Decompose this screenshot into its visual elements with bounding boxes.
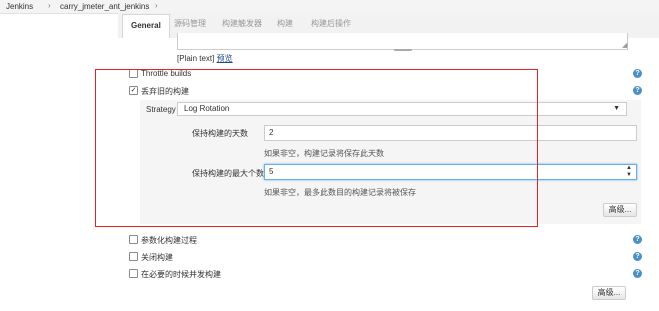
breadcrumb-job[interactable]: carry_jmeter_ant_jenkins [60,2,149,11]
concurrent-build-checkbox[interactable] [129,269,138,278]
breadcrumb-separator-icon: › [48,1,51,10]
highlight-box [95,69,538,227]
disable-build-label: 关闭构建 [141,253,173,262]
tab-general[interactable]: General [122,14,170,38]
parameterized-checkbox[interactable] [129,235,138,244]
breadcrumb-separator-icon: › [155,1,158,10]
help-icon[interactable]: ? [633,235,642,244]
textarea-resize-handle[interactable] [394,49,412,51]
tab-scm[interactable]: 源码管理 [174,18,206,32]
disable-build-checkbox[interactable] [129,252,138,261]
help-icon[interactable]: ? [633,86,642,95]
help-icon[interactable]: ? [633,269,642,278]
markup-format-text: [Plain text] 预览 [177,53,233,64]
dropdown-arrow-icon: ▼ [613,105,620,112]
help-icon[interactable]: ? [633,69,642,78]
description-textarea[interactable] [177,33,628,50]
preview-link[interactable]: 预览 [217,54,233,63]
help-icon[interactable]: ? [633,252,642,261]
tab-build[interactable]: 构建 [277,18,293,32]
discard-advanced-button[interactable]: 高级... [603,203,637,217]
plain-text-label: [Plain text] [177,54,215,63]
resize-corner-icon[interactable]: ◢ [622,41,627,49]
parameterized-label: 参数化构建过程 [141,236,197,245]
breadcrumb-jenkins[interactable]: Jenkins [6,2,33,11]
spinner-icon[interactable]: ▲ ▼ [626,165,632,179]
breadcrumb: Jenkins › carry_jmeter_ant_jenkins › [0,0,659,14]
concurrent-build-label: 在必要的时候并发构建 [141,270,221,279]
tab-triggers[interactable]: 构建触发器 [222,18,262,32]
tab-post-build[interactable]: 构建后操作 [311,18,351,32]
advanced-button[interactable]: 高级... [592,286,626,300]
